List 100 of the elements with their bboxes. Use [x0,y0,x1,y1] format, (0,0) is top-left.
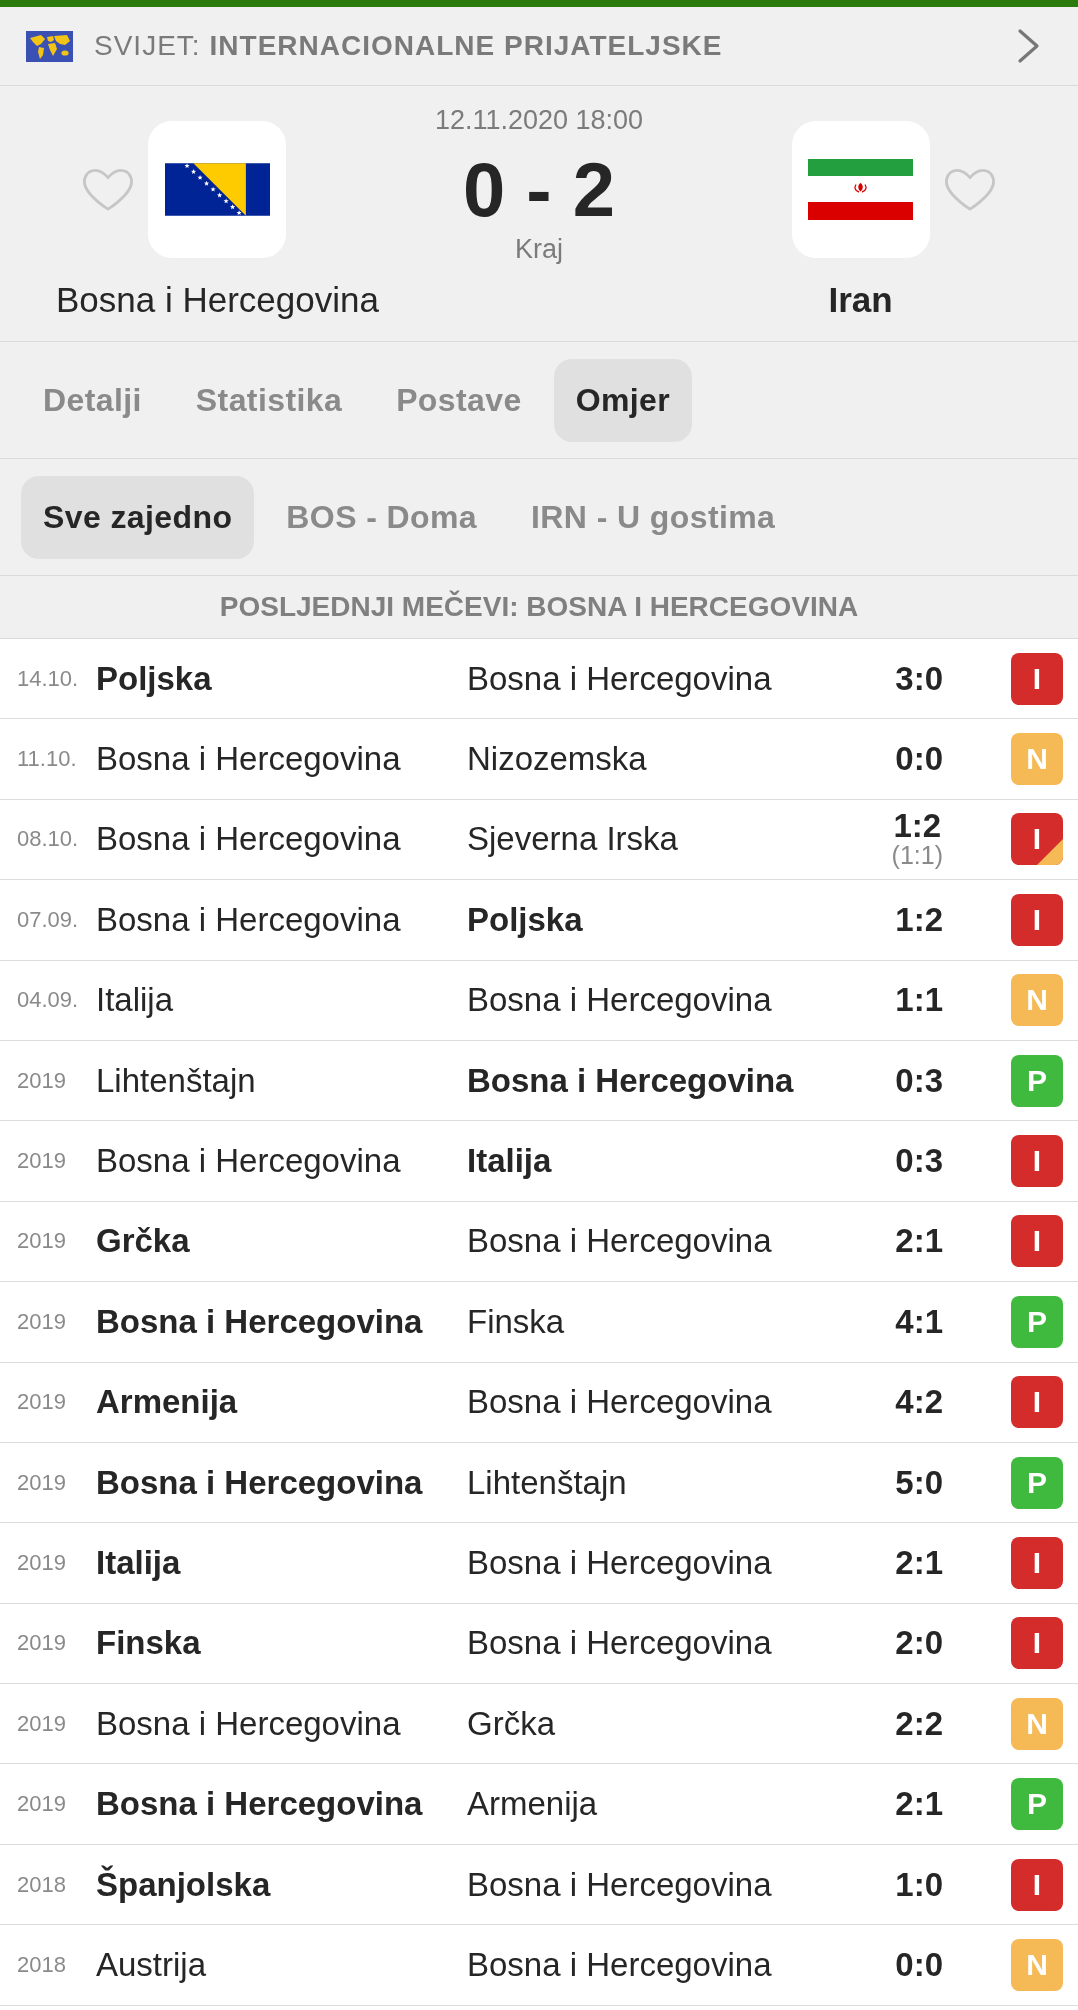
match-score: 1:1 [895,984,943,1017]
result-letter: I [1032,1627,1042,1660]
home-team: Lihtenštajn [96,1061,256,1100]
match-date: 2019 [17,1630,67,1657]
away-team: Bosna i Hercegovina [467,1383,772,1422]
match-score: 2:1 [895,1788,943,1821]
match-score: 3:0 [895,662,943,695]
match-date: 07.09. [17,906,80,933]
away-team: Bosna i Hercegovina [467,1624,772,1663]
match-score: 2:1 [895,1547,943,1579]
match-score: 0:0 [895,743,943,776]
match-date: 2019 [17,1148,67,1175]
result-letter: N [1026,1707,1048,1740]
tab[interactable]: Omjer [553,358,693,442]
match-datetime: 12.11.2020 18:00 [434,105,644,135]
match-score: 0:3 [895,1145,943,1178]
home-team: Grčka [96,1222,190,1261]
match-score: 1:2 [893,810,942,843]
match-score: 2:0 [895,1627,943,1660]
result-letter: N [1026,743,1048,776]
result-letter: I [1032,1547,1042,1579]
away-team: Bosna i Hercegovina [467,1865,772,1904]
match-date: 2019 [17,1550,67,1576]
result-letter: I [1032,1225,1042,1258]
home-team: Italija [96,1544,181,1582]
result-letter: I [1032,1386,1042,1419]
away-team: Bosna i Hercegovina [467,1061,794,1100]
away-team: Bosna i Hercegovina [467,1945,772,1984]
away-team: Bosna i Hercegovina [467,659,772,698]
match-score: 4:2 [895,1386,943,1419]
match-date: 14.10. [17,665,80,692]
match-status: Kraj [515,234,563,264]
home-team: Bosna i Hercegovina [96,1302,423,1341]
home-team: Bosna i Hercegovina [96,1463,423,1502]
match-score: 0:3 [895,1064,943,1097]
world-map-icon [26,30,73,62]
result-letter: I [1032,1868,1042,1901]
match-date: 2019 [17,1308,67,1335]
match-date: 2019 [17,1469,67,1496]
flag-icon [148,121,287,258]
home-team: Bosna i Hercegovina [96,1785,423,1824]
away-team: Finska [467,1302,565,1341]
result-letter: P [1027,1788,1047,1821]
chevron-right-icon [1017,28,1040,64]
home-team: Bosna i Hercegovina [96,740,401,779]
result-letter: I [1032,903,1042,936]
competition-bar[interactable]: SVIJET: INTERNACIONALNE PRIJATELJSKE [0,7,1078,86]
home-team: Armenija [96,1383,238,1422]
away-team: Bosna i Hercegovina [467,1544,772,1582]
home-team: Bosna i Hercegovina [96,900,401,939]
home-team: Austrija [96,1945,207,1984]
result-letter: N [1026,984,1048,1017]
filter-tab[interactable]: Sve zajedno [21,475,255,559]
home-team: Finska [96,1624,201,1663]
match-score: 5:0 [895,1466,943,1499]
away-team: Sjeverna Irska [467,820,678,859]
result-letter: I [1032,662,1042,695]
result-letter: N [1026,1948,1048,1981]
flag-icon [791,121,930,258]
away-team: Bosna i Hercegovina [467,981,772,1020]
match-date: 08.10. [17,826,80,853]
match-score: 1:2 [895,903,943,936]
section-title: POSLJEDNJI MEČEVI: BOSNA I HERCEGOVINA [0,576,1078,639]
team-name[interactable]: Bosna i Hercegovina [55,280,379,320]
match-date: 11.10. [17,746,78,773]
match-date: 2019 [17,1791,67,1818]
away-team: Poljska [467,900,583,939]
match-date: 2019 [17,1389,67,1416]
match-score: 0:0 [895,1948,943,1981]
away-team: Armenija [467,1785,598,1824]
score-detail: (1:1) [891,842,943,869]
result-letter: I [1032,823,1042,856]
match-date: 2018 [17,1871,67,1898]
match-score: 2:2 [895,1707,943,1740]
away-team: Grčka [467,1704,555,1743]
match-score: 4:1 [895,1305,943,1338]
match-score: 2:1 [895,1225,943,1258]
match-date: 04.09. [17,987,80,1014]
home-team: Bosna i Hercegovina [96,820,401,859]
home-team: Španjolska [96,1865,271,1904]
away-team: Italija [467,1142,552,1181]
away-team: Lihtenštajn [467,1463,627,1502]
match-date: 2019 [17,1710,67,1737]
result-letter: I [1032,1145,1042,1178]
match-date: 2018 [17,1951,67,1978]
match-score: 0 - 2 [462,152,616,228]
home-team: Italija [96,981,174,1020]
country-label: SVIJET: [94,30,201,62]
match-date: 2019 [17,1067,67,1094]
match-date: 2019 [17,1228,67,1255]
home-team: Poljska [96,659,212,698]
result-letter: P [1027,1466,1047,1499]
away-team: Bosna i Hercegovina [467,1222,772,1261]
result-letter: P [1027,1064,1047,1097]
away-team: Nizozemska [467,740,647,779]
home-team: Bosna i Hercegovina [96,1142,401,1181]
competition-name: INTERNACIONALNE PRIJATELJSKE [209,30,723,62]
home-team: Bosna i Hercegovina [96,1704,401,1743]
team-name[interactable]: Iran [828,280,893,320]
result-letter: P [1027,1305,1047,1338]
